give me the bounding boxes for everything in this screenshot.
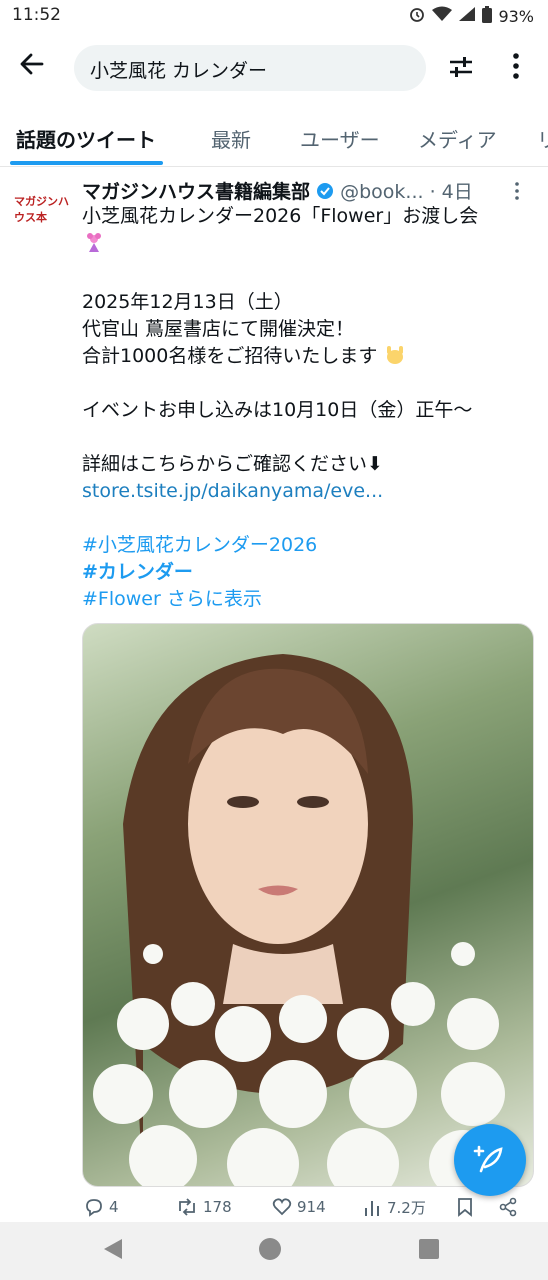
tweet-title: 小芝風花カレンダー2026「Flower」お渡し会	[82, 205, 479, 227]
apply-info: イベントお申し込みは10月10日（金）正午〜	[82, 399, 473, 421]
compose-tweet-button[interactable]	[454, 1124, 526, 1196]
verified-badge-icon	[316, 181, 340, 203]
raised-hands-emoji-icon	[387, 346, 404, 364]
reply-button[interactable]: 4	[84, 1197, 119, 1217]
tab-users[interactable]: ユーザー	[300, 124, 380, 153]
avatar-logo-text: マガジンハウス本	[14, 195, 69, 224]
retweet-button[interactable]: 178	[176, 1197, 232, 1217]
search-header: 小芝風花 カレンダー	[0, 38, 548, 98]
bar-chart-icon	[365, 1200, 379, 1216]
hashtag-calendar-2026[interactable]: #小芝風花カレンダー2026	[82, 532, 532, 559]
details-line: 詳細はこちらからご確認ください⬇	[82, 453, 383, 475]
event-venue: 代官山 蔦屋書店にて開催決定！	[82, 318, 355, 340]
show-more-link[interactable]: さらに表示	[167, 588, 262, 610]
wifi-icon	[432, 6, 453, 26]
system-nav-bar	[0, 1222, 548, 1280]
event-link[interactable]: store.tsite.jp/daikanyama/eve...	[82, 478, 532, 505]
tweet-actions: 4 178 914 7.2万	[82, 1197, 532, 1225]
bookmark-button[interactable]	[456, 1197, 474, 1217]
hashtag-calendar[interactable]: #カレンダー	[82, 559, 532, 586]
like-button[interactable]: 914	[272, 1197, 326, 1217]
tweet-photo[interactable]	[82, 623, 534, 1187]
more-vertical-icon	[515, 182, 519, 200]
signal-icon	[458, 6, 476, 26]
tab-top[interactable]: 話題のツイート	[16, 124, 156, 153]
view-count: 7.2万	[387, 1199, 426, 1217]
arrow-left-icon	[20, 53, 44, 75]
portrait-image	[93, 654, 505, 1186]
tab-media[interactable]: メディア	[418, 124, 497, 153]
status-bar: 11:52 93%	[0, 0, 548, 32]
feather-plus-icon	[473, 1145, 503, 1173]
tab-lists[interactable]: リ	[537, 124, 548, 153]
status-icons: 93%	[408, 5, 534, 27]
flower-emoji	[82, 230, 532, 262]
heart-icon	[272, 1198, 292, 1216]
battery-percent: 93%	[498, 6, 534, 26]
reply-count: 4	[109, 1198, 119, 1216]
status-time: 11:52	[12, 5, 61, 25]
retweet-count: 178	[203, 1198, 232, 1216]
filter-button[interactable]	[446, 52, 480, 84]
bookmark-icon	[458, 1198, 472, 1217]
active-tab-indicator	[10, 161, 163, 165]
search-input[interactable]: 小芝風花 カレンダー	[74, 45, 426, 91]
like-count: 914	[297, 1198, 326, 1216]
hashtag-flower[interactable]: #Flower	[82, 588, 161, 610]
search-tabs: 話題のツイート 最新 ユーザー メディア リ	[0, 112, 548, 167]
tweet-text: 小芝風花カレンダー2026「Flower」お渡し会 2025年12月13日（土）…	[82, 203, 532, 613]
more-vertical-icon	[513, 53, 519, 79]
author-name[interactable]: マガジンハウス書籍編集部	[82, 181, 310, 203]
tweet-time: · 4日	[429, 181, 473, 203]
author-handle[interactable]: @book...	[340, 181, 423, 203]
nav-home-icon[interactable]	[258, 1237, 282, 1261]
tab-latest[interactable]: 最新	[211, 124, 251, 153]
sliders-icon	[450, 57, 472, 77]
more-options-button[interactable]	[504, 50, 532, 86]
battery-icon	[482, 5, 493, 27]
retweet-icon	[179, 1198, 195, 1216]
alarm-icon	[408, 5, 426, 27]
share-icon	[499, 1197, 517, 1217]
avatar[interactable]: マガジンハウス本	[14, 189, 70, 229]
back-button[interactable]	[18, 50, 58, 86]
event-date: 2025年12月13日（土）	[82, 291, 293, 313]
share-button[interactable]	[498, 1197, 518, 1217]
event-invite: 合計1000名様をご招待いたします	[82, 343, 532, 370]
search-query: 小芝風花 カレンダー	[90, 60, 268, 82]
reply-icon	[86, 1199, 102, 1217]
nav-recents-icon[interactable]	[418, 1238, 440, 1260]
nav-back-icon[interactable]	[102, 1237, 124, 1261]
views-button[interactable]: 7.2万	[362, 1197, 426, 1218]
